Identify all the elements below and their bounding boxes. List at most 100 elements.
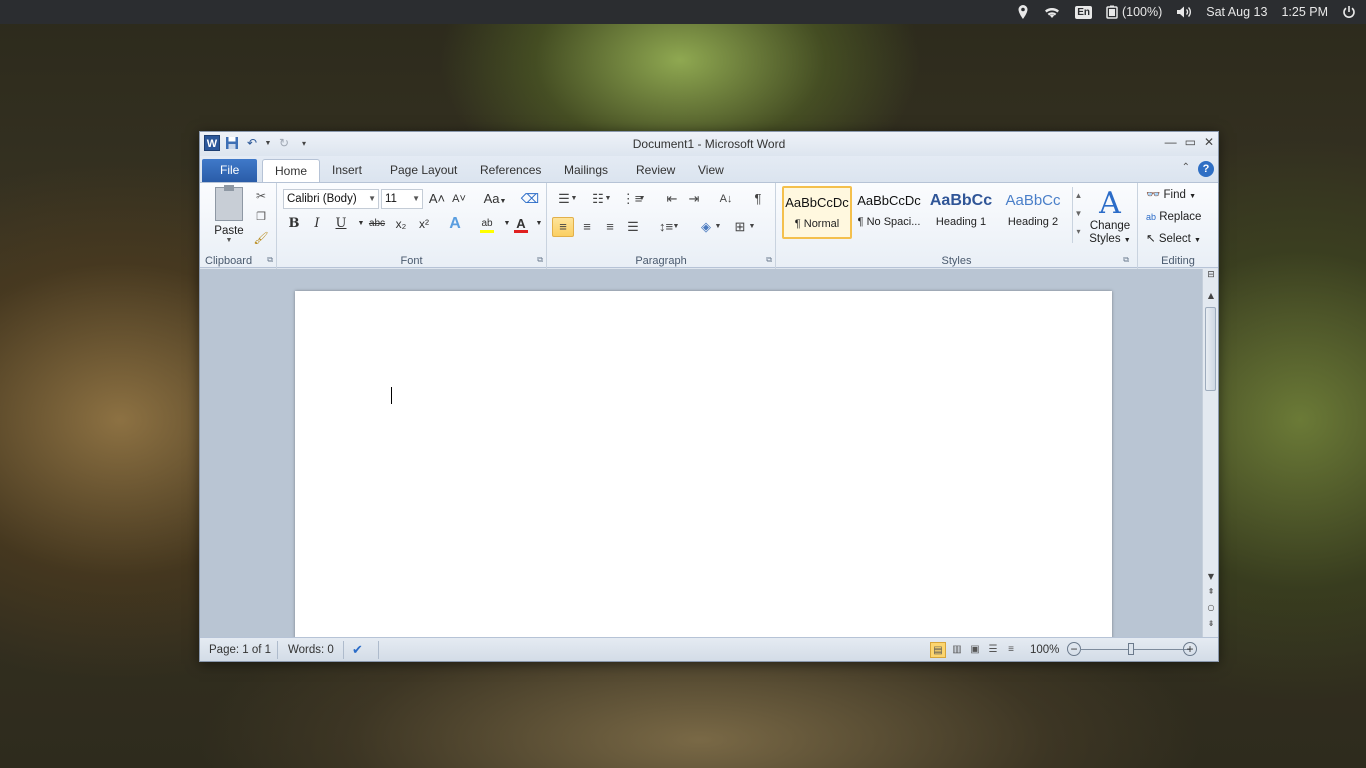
help-icon[interactable]: ? [1198, 161, 1214, 177]
show-formatting-marks-button[interactable]: ¶ [747, 189, 769, 209]
scroll-up-icon[interactable]: ▲ [1203, 291, 1219, 300]
close-icon[interactable]: ✕ [1204, 135, 1214, 149]
scrollbar-thumb[interactable] [1205, 307, 1216, 391]
chevron-down-icon: ▼ [1194, 237, 1201, 244]
minimize-icon[interactable]: — [1165, 135, 1177, 149]
font-color-icon[interactable]: A [511, 214, 531, 234]
battery-indicator[interactable]: (100%) [1106, 0, 1162, 24]
superscript-button[interactable]: x² [414, 214, 434, 234]
decrease-indent-icon[interactable]: ⇤ [661, 189, 683, 209]
wifi-icon[interactable] [1043, 0, 1061, 24]
tab-view[interactable]: View [686, 159, 736, 182]
select-button[interactable]: ↖ Select ▼ [1146, 230, 1212, 248]
zoom-out-icon[interactable]: − [1067, 642, 1081, 656]
change-styles-button[interactable]: A Change Styles ▼ [1088, 188, 1132, 247]
style-heading-2[interactable]: AaBbCc Heading 2 [998, 186, 1068, 239]
paste-icon [215, 185, 243, 221]
power-icon[interactable] [1342, 0, 1356, 24]
web-layout-icon[interactable]: ▣ [967, 642, 983, 658]
print-layout-icon[interactable]: ▤ [930, 642, 946, 658]
highlight-color-icon[interactable]: ab [477, 214, 497, 234]
maximize-icon[interactable]: ▭ [1185, 135, 1196, 149]
tab-home[interactable]: Home [262, 159, 321, 182]
multilevel-dropdown-icon[interactable]: ▼ [637, 189, 647, 209]
font-color-dropdown-icon[interactable]: ▼ [529, 214, 549, 234]
paragraph-launcher-icon[interactable]: ⧉ [766, 255, 772, 265]
next-page-icon[interactable]: ⇟ [1203, 619, 1219, 628]
strikethrough-button[interactable]: abc [365, 214, 389, 234]
draft-icon[interactable]: ≡ [1003, 642, 1019, 658]
find-label: Find [1163, 189, 1186, 201]
find-button[interactable]: 👓 Find ▼ [1146, 186, 1212, 204]
italic-button[interactable]: I [307, 214, 327, 234]
tab-file[interactable]: File [202, 159, 258, 182]
page-count[interactable]: Page: 1 of 1 [209, 642, 271, 658]
word-count[interactable]: Words: 0 [288, 642, 334, 658]
borders-dropdown-icon[interactable]: ▼ [747, 217, 757, 237]
cut-icon[interactable]: ✂ [252, 187, 270, 205]
document-page[interactable] [295, 291, 1112, 637]
group-label-editing: Editing [1161, 255, 1195, 267]
zoom-in-icon[interactable]: + [1183, 642, 1197, 656]
justify-icon[interactable]: ☰ [622, 217, 644, 237]
location-icon[interactable] [1017, 0, 1029, 24]
tab-review[interactable]: Review [624, 159, 687, 182]
change-case-button[interactable]: Aa▼ [481, 189, 509, 209]
clipboard-launcher-icon[interactable]: ⧉ [267, 255, 273, 265]
tab-insert[interactable]: Insert [320, 159, 374, 182]
align-center-icon[interactable]: ≡ [576, 217, 598, 237]
shrink-font-icon[interactable]: A˅ [449, 189, 469, 209]
numbering-dropdown-icon[interactable]: ▼ [603, 189, 613, 209]
style-heading-1[interactable]: AaBbCc Heading 1 [926, 186, 996, 239]
gallery-more-icon[interactable]: ▾ [1073, 223, 1084, 241]
clock-time[interactable]: 1:25 PM [1281, 0, 1328, 24]
collapse-ribbon-icon[interactable]: ⌃ [1182, 162, 1190, 173]
tab-references[interactable]: References [468, 159, 553, 182]
styles-launcher-icon[interactable]: ⧉ [1123, 255, 1129, 265]
grow-font-icon[interactable]: A˄ [427, 189, 447, 209]
replace-icon: ab [1146, 212, 1157, 222]
styles-gallery-scroll[interactable]: ▲ ▼ ▾ [1072, 187, 1084, 243]
underline-button[interactable]: U [331, 214, 351, 234]
tab-mailings[interactable]: Mailings [552, 159, 620, 182]
browse-object-icon[interactable]: ○ [1203, 603, 1219, 612]
font-name-combo[interactable]: Calibri (Body) ▼ [283, 189, 379, 209]
format-painter-icon[interactable]: 🖌 [252, 229, 270, 247]
shading-dropdown-icon[interactable]: ▼ [713, 217, 723, 237]
copy-icon[interactable]: ❐ [252, 208, 270, 226]
zoom-level[interactable]: 100% [1030, 642, 1059, 658]
outline-icon[interactable]: ☰ [985, 642, 1001, 658]
line-spacing-dropdown-icon[interactable]: ▼ [671, 217, 681, 237]
document-area[interactable] [200, 269, 1202, 637]
subscript-button[interactable]: x₂ [391, 214, 411, 234]
proofing-icon[interactable]: ✔ [352, 642, 363, 658]
font-size-combo[interactable]: 11 ▼ [381, 189, 423, 209]
bold-button[interactable]: B [284, 214, 304, 234]
zoom-slider-thumb[interactable] [1128, 643, 1134, 655]
bullets-dropdown-icon[interactable]: ▼ [569, 189, 579, 209]
style-no-spacing[interactable]: AaBbCcDc ¶ No Spaci... [854, 186, 924, 239]
increase-indent-icon[interactable]: ⇥ [683, 189, 705, 209]
title-bar[interactable]: W ↶ ▼ ↻ ▾ Document1 - Microsoft Word — ▭… [200, 132, 1218, 156]
chevron-down-icon[interactable]: ▼ [1073, 205, 1084, 223]
vertical-scrollbar[interactable]: ⊟ ▲ ▼ ⇞ ○ ⇟ [1202, 269, 1218, 637]
volume-icon[interactable] [1176, 0, 1192, 24]
tab-page-layout[interactable]: Page Layout [378, 159, 469, 182]
zoom-slider-track[interactable] [1080, 649, 1190, 650]
style-normal[interactable]: AaBbCcDc ¶ Normal [782, 186, 852, 239]
full-screen-reading-icon[interactable]: ▥ [949, 642, 965, 658]
align-right-icon[interactable]: ≡ [599, 217, 621, 237]
sort-icon[interactable]: A↓ [715, 189, 737, 209]
ruler-toggle-icon[interactable]: ⊟ [1203, 270, 1219, 280]
scroll-down-icon[interactable]: ▼ [1203, 572, 1219, 581]
text-effects-icon[interactable]: A [445, 214, 465, 234]
align-left-icon[interactable]: ≡ [552, 217, 574, 237]
clear-formatting-icon[interactable]: ⌫ [520, 189, 540, 209]
font-launcher-icon[interactable]: ⧉ [537, 255, 543, 265]
keyboard-layout-indicator[interactable]: En [1075, 0, 1092, 24]
clock-date[interactable]: Sat Aug 13 [1206, 0, 1267, 24]
paste-button[interactable]: Paste ▼ [206, 185, 252, 244]
replace-button[interactable]: ab Replace [1146, 208, 1212, 226]
previous-page-icon[interactable]: ⇞ [1203, 587, 1219, 596]
chevron-up-icon[interactable]: ▲ [1073, 187, 1084, 205]
